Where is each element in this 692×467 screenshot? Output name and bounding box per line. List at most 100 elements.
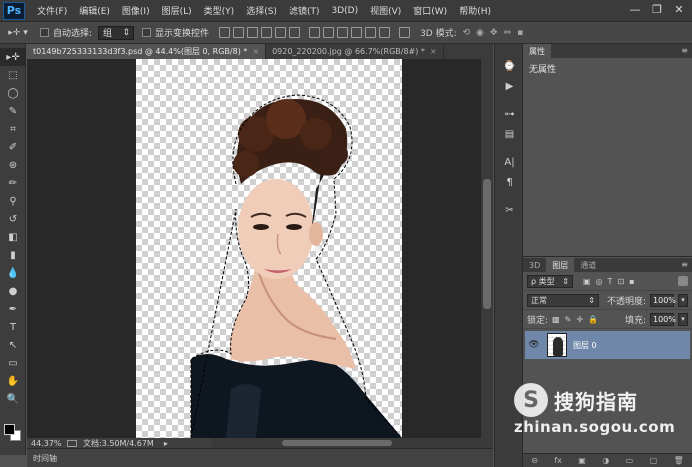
path-select-tool-icon[interactable]: ↖ — [0, 336, 26, 354]
layer-name[interactable]: 图层 0 — [573, 340, 597, 351]
export-icon[interactable] — [67, 439, 77, 447]
align-hcenter-icon[interactable] — [275, 27, 287, 38]
3d-roll-icon[interactable]: ◉ — [476, 28, 484, 38]
zoom-level[interactable]: 44.37% — [31, 439, 62, 448]
restore-button[interactable]: ❐ — [646, 0, 668, 18]
distribute-hcenter-icon[interactable] — [365, 27, 377, 38]
layer-style-icon[interactable]: fx — [554, 456, 562, 465]
eyedropper-tool-icon[interactable]: ✐ — [0, 138, 26, 156]
menu-3d[interactable]: 3D(D) — [325, 6, 364, 16]
lock-position-icon[interactable]: ✛ — [576, 315, 583, 324]
new-layer-icon[interactable]: ▢ — [650, 456, 658, 465]
tab-3d[interactable]: 3D — [523, 258, 546, 272]
canvas-area[interactable] — [27, 59, 481, 438]
align-right-icon[interactable] — [289, 27, 301, 38]
distribute-right-icon[interactable] — [379, 27, 391, 38]
auto-select-checkbox[interactable] — [40, 28, 49, 37]
foreground-color-swatch[interactable] — [4, 424, 15, 435]
zoom-tool-icon[interactable]: 🔍 — [0, 390, 26, 408]
menu-window[interactable]: 窗口(W) — [407, 4, 453, 17]
link-layers-icon[interactable]: ⊝ — [531, 456, 538, 465]
healing-brush-tool-icon[interactable]: ⊛ — [0, 156, 26, 174]
panel-menu-icon[interactable]: ≡ — [681, 46, 688, 55]
opacity-slider-icon[interactable]: ▾ — [678, 293, 689, 307]
layer-filter-dropdown[interactable]: ρ 类型 ⇕ — [527, 274, 573, 288]
shape-tool-icon[interactable]: ▭ — [0, 354, 26, 372]
add-mask-icon[interactable]: ▣ — [578, 456, 586, 465]
move-tool-preset-icon[interactable]: ▸✛ ▾ — [4, 24, 32, 42]
document-canvas[interactable] — [136, 59, 402, 438]
history-icon[interactable]: ⌚ — [495, 56, 524, 76]
dodge-tool-icon[interactable]: ● — [0, 282, 26, 300]
type-tool-icon[interactable]: T — [0, 318, 26, 336]
new-group-icon[interactable]: ▭ — [626, 456, 634, 465]
menu-file[interactable]: 文件(F) — [31, 4, 73, 17]
shape-filter-icon[interactable]: ⊡ — [617, 277, 624, 286]
horizontal-scrollbar[interactable] — [212, 438, 493, 448]
3d-pan-icon[interactable]: ✥ — [490, 28, 498, 38]
hand-tool-icon[interactable]: ✋ — [0, 372, 26, 390]
tab-psd-document[interactable]: t0149b725333133d3f3.psd @ 44.4%(图层 0, RG… — [27, 44, 267, 59]
delete-layer-icon[interactable]: 🗑 — [674, 456, 684, 465]
distribute-bottom-icon[interactable] — [337, 27, 349, 38]
menu-view[interactable]: 视图(V) — [364, 4, 407, 17]
tab-layers[interactable]: 图层 — [546, 258, 575, 272]
distribute-top-icon[interactable] — [309, 27, 321, 38]
tab-jpg-document[interactable]: 0920_220200.jpg @ 66.7%(RGB/8#) * × — [266, 44, 444, 59]
menu-layer[interactable]: 图层(L) — [156, 4, 198, 17]
close-button[interactable]: ✕ — [668, 0, 690, 18]
show-transform-checkbox[interactable] — [142, 28, 152, 37]
panel-menu-icon[interactable]: ≡ — [681, 260, 688, 269]
adjustment-filter-icon[interactable]: ◎ — [596, 277, 603, 286]
auto-align-icon[interactable] — [399, 27, 411, 38]
color-swatches[interactable] — [4, 424, 22, 442]
timeline-bar[interactable]: 时间轴 — [27, 448, 493, 467]
align-vcenter-icon[interactable] — [233, 27, 245, 38]
filter-toggle[interactable] — [678, 276, 688, 286]
3d-scale-icon[interactable]: ▪ — [517, 28, 523, 38]
type-filter-icon[interactable]: T — [608, 277, 613, 286]
marquee-tool-icon[interactable]: ⬚ — [0, 66, 26, 84]
3d-slide-icon[interactable]: ⇔ — [504, 28, 512, 38]
opacity-input[interactable]: 100% — [650, 293, 676, 307]
eye-icon[interactable]: 👁 — [525, 340, 543, 350]
lock-transparent-icon[interactable]: ▩ — [552, 315, 560, 324]
adjustments-icon[interactable]: ⊶ — [495, 104, 524, 124]
layer-row[interactable]: 👁 图层 0 — [525, 331, 690, 359]
menu-select[interactable]: 选择(S) — [240, 4, 283, 17]
blur-tool-icon[interactable]: 💧 — [0, 264, 26, 282]
fill-slider-icon[interactable]: ▾ — [678, 312, 688, 326]
paragraph-icon[interactable]: ¶ — [495, 172, 524, 192]
gradient-tool-icon[interactable]: ▮ — [0, 246, 26, 264]
tab-channels[interactable]: 通道 — [574, 258, 602, 272]
actions-icon[interactable]: ▶ — [495, 76, 524, 96]
menu-filter[interactable]: 滤镜(T) — [283, 4, 326, 17]
eraser-tool-icon[interactable]: ◧ — [0, 228, 26, 246]
align-bottom-icon[interactable] — [247, 27, 259, 38]
quick-select-tool-icon[interactable]: ✎ — [0, 102, 26, 120]
fill-input[interactable]: 100% — [650, 312, 676, 326]
status-menu-arrow-icon[interactable]: ▸ — [164, 439, 168, 448]
adjustment-layer-icon[interactable]: ◑ — [602, 456, 609, 465]
menu-edit[interactable]: 编辑(E) — [73, 4, 116, 17]
character-icon[interactable]: A| — [495, 152, 524, 172]
lock-image-icon[interactable]: ✎ — [565, 315, 572, 324]
menu-help[interactable]: 帮助(H) — [453, 4, 497, 17]
pixel-filter-icon[interactable]: ▣ — [583, 277, 591, 286]
auto-select-dropdown[interactable]: 组 ⇕ — [98, 25, 135, 40]
3d-rotate-icon[interactable]: ⟲ — [463, 28, 471, 38]
menu-type[interactable]: 类型(Y) — [198, 4, 241, 17]
tab-properties[interactable]: 属性 — [523, 44, 551, 58]
horizontal-scroll-thumb[interactable] — [282, 440, 392, 446]
clone-stamp-tool-icon[interactable]: ⚲ — [0, 192, 26, 210]
menu-image[interactable]: 图像(I) — [116, 4, 156, 17]
align-top-icon[interactable] — [219, 27, 231, 38]
minimize-button[interactable]: — — [624, 0, 646, 18]
close-icon[interactable]: × — [430, 47, 437, 56]
close-icon[interactable]: × — [252, 47, 259, 56]
lasso-tool-icon[interactable]: ◯ — [0, 84, 26, 102]
vertical-scroll-thumb[interactable] — [483, 179, 491, 309]
distribute-vcenter-icon[interactable] — [323, 27, 335, 38]
tool-presets-icon[interactable]: ✂ — [495, 200, 524, 220]
blend-mode-dropdown[interactable]: 正常 ⇕ — [527, 293, 599, 307]
